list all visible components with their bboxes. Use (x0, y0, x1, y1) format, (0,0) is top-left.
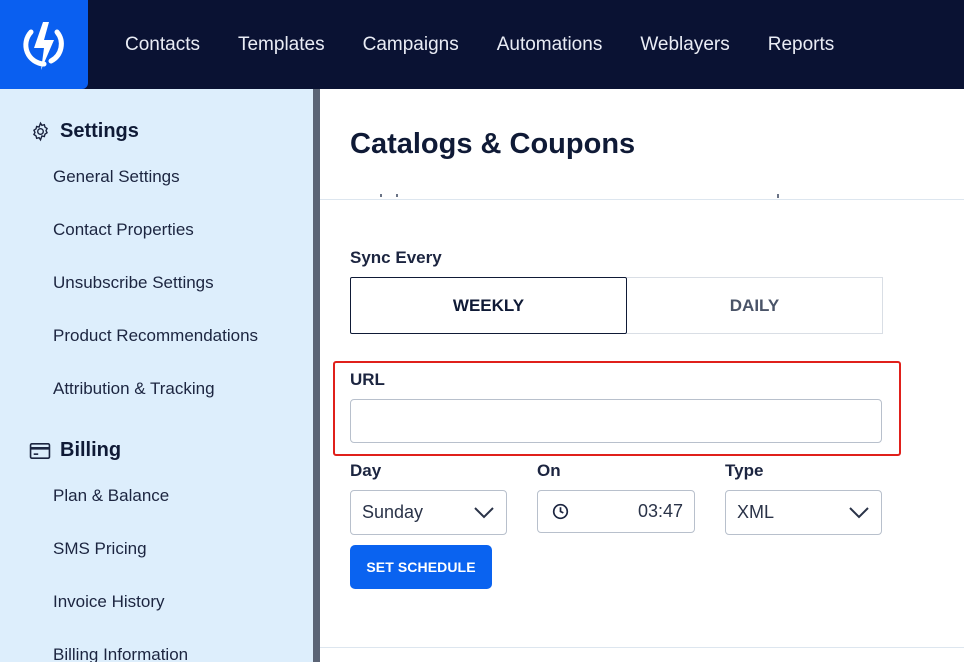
sidebar-item-invoice-history[interactable]: Invoice History (53, 592, 164, 612)
app-logo[interactable] (0, 0, 88, 89)
gear-icon (29, 121, 51, 143)
nav-campaigns[interactable]: Campaigns (363, 34, 459, 56)
settings-section-header: Settings (29, 120, 139, 143)
chevron-down-icon (473, 506, 495, 520)
chevron-down-icon (848, 506, 870, 520)
sidebar-item-sms-pricing[interactable]: SMS Pricing (53, 539, 147, 559)
time-input[interactable]: 03:47 (537, 490, 695, 533)
credit-card-icon (29, 440, 51, 462)
top-nav-bar: Contacts Templates Campaigns Automations… (0, 0, 964, 89)
nav-automations[interactable]: Automations (497, 34, 603, 56)
nav-contacts[interactable]: Contacts (125, 34, 200, 56)
sync-daily-button[interactable]: DAILY (627, 277, 883, 334)
nav-templates[interactable]: Templates (238, 34, 325, 56)
on-label: On (537, 461, 561, 480)
sidebar-item-billing-information[interactable]: Billing Information (53, 645, 188, 662)
main-nav: Contacts Templates Campaigns Automations… (125, 0, 872, 89)
sidebar-scrollbar[interactable] (313, 89, 320, 662)
url-input[interactable] (350, 399, 882, 443)
sidebar-item-general-settings[interactable]: General Settings (53, 167, 180, 187)
day-label: Day (350, 461, 382, 480)
sync-weekly-button[interactable]: WEEKLY (350, 277, 627, 334)
set-schedule-button[interactable]: SET SCHEDULE (350, 545, 492, 589)
sidebar-item-product-recommendations[interactable]: Product Recommendations (53, 326, 258, 346)
scrolled-content-remnant (380, 194, 779, 198)
time-value: 03:47 (637, 501, 683, 521)
type-select[interactable]: XML (725, 490, 882, 535)
day-select-value: Sunday (362, 502, 424, 522)
sidebar-item-contact-properties[interactable]: Contact Properties (53, 220, 194, 240)
footer-divider (320, 647, 964, 648)
type-select-value: XML (737, 502, 775, 522)
type-label: Type (725, 461, 764, 480)
sync-every-label: Sync Every (350, 248, 442, 267)
url-label: URL (350, 370, 385, 389)
settings-title: Settings (60, 120, 139, 142)
sidebar-item-unsubscribe-settings[interactable]: Unsubscribe Settings (53, 273, 214, 293)
header-divider (320, 199, 964, 200)
nav-weblayers[interactable]: Weblayers (640, 34, 729, 56)
sidebar-item-attribution-tracking[interactable]: Attribution & Tracking (53, 379, 215, 399)
clock-icon (552, 503, 569, 520)
sync-frequency-toggle: WEEKLY DAILY (350, 277, 883, 334)
billing-title: Billing (60, 439, 122, 461)
lightning-bolt-logo-icon (23, 21, 64, 70)
day-select[interactable]: Sunday (350, 490, 507, 535)
billing-section-header: Billing (29, 439, 121, 462)
nav-reports[interactable]: Reports (768, 34, 835, 56)
sidebar-item-plan-balance[interactable]: Plan & Balance (53, 486, 169, 506)
page-title: Catalogs & Coupons (350, 128, 636, 160)
